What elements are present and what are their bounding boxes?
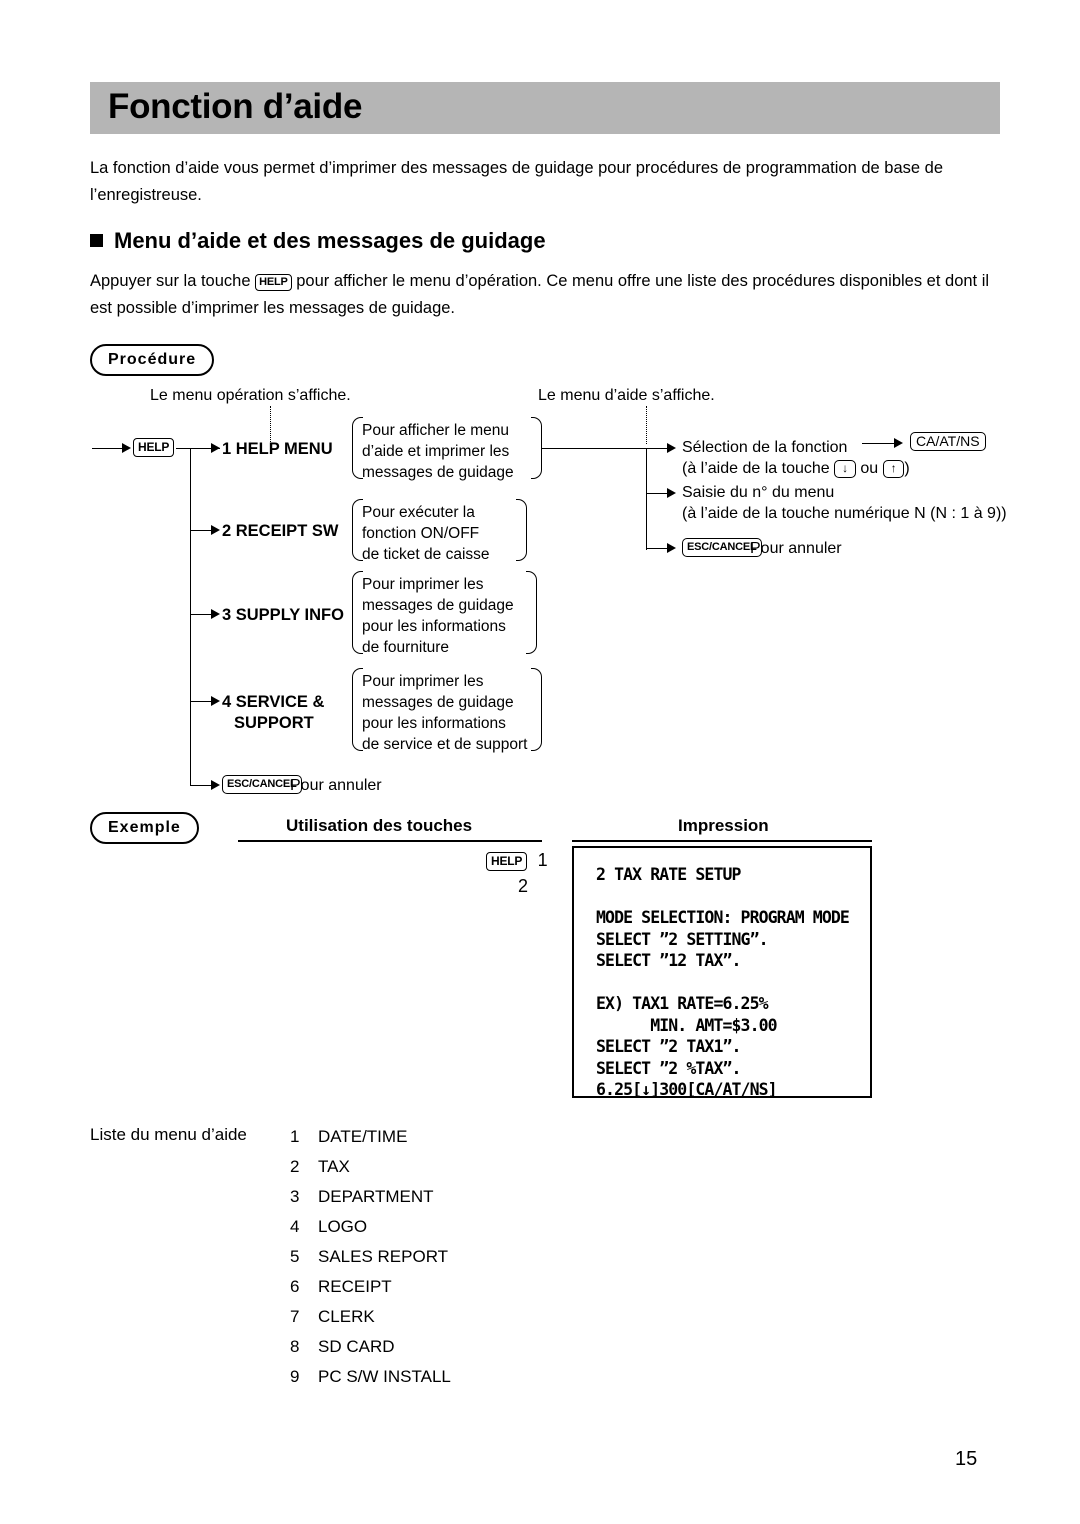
branch-arrowhead-icon <box>667 488 676 498</box>
list-item-number: 1 <box>290 1127 300 1146</box>
list-item: 7 CLERK <box>290 1302 451 1332</box>
diagram-caption-left: Le menu opération s’affiche. <box>150 387 351 404</box>
list-item: 9 PC S/W INSTALL <box>290 1362 451 1392</box>
bracket-right-icon <box>531 668 542 751</box>
list-item-label: TAX <box>318 1157 350 1176</box>
column-header-keys: Utilisation des touches <box>286 816 473 835</box>
dotted-connector-right <box>646 406 647 444</box>
list-item: 5 SALES REPORT <box>290 1242 451 1272</box>
section-heading-label: Menu d’aide et des messages de guidage <box>114 228 546 253</box>
column-header-print: Impression <box>678 816 769 835</box>
arrow-down-key-icon: ↓ <box>834 460 856 478</box>
section-heading: Menu d’aide et des messages de guidage <box>90 228 546 254</box>
menu-item-description-1: Pour afficher le menu d’aide et imprimer… <box>362 422 514 481</box>
cross-link-line <box>542 448 646 449</box>
column-rule-print <box>572 840 872 842</box>
menu-item-description-3: Pour imprimer les messages de guidage po… <box>362 576 514 656</box>
right-branch-1-text-before: (à l’aide de la touche <box>682 460 835 477</box>
column-rule-keys <box>238 840 542 842</box>
section-paragraph-part1: Appuyer sur la touche <box>90 272 256 290</box>
key-sequence-step-2: 2 <box>518 876 529 896</box>
list-item-label: SALES REPORT <box>318 1247 449 1266</box>
right-trunk-line <box>646 448 647 550</box>
right-branch-1-line1: Sélection de la fonction <box>682 439 848 456</box>
branch-arrowhead-icon <box>894 438 903 448</box>
list-item: 6 RECEIPT <box>290 1272 451 1302</box>
list-item-label: DEPARTMENT <box>318 1187 434 1206</box>
receipt-printout-box: 2 TAX RATE SETUP MODE SELECTION: PROGRAM… <box>572 846 872 1099</box>
page-title: Fonction d’aide <box>108 87 363 127</box>
menu-item-description-2: Pour exécuter la fonction ON/OFF de tick… <box>362 504 490 563</box>
branch-arrowhead-icon <box>211 780 220 790</box>
right-branch-1-text-after: ) <box>904 460 910 477</box>
key-sequence-number-1: 1 <box>537 850 548 870</box>
help-menu-list: 1 DATE/TIME 2 TAX 3 DEPARTMENT 4 LOGO 5 SALES… <box>290 1122 451 1392</box>
ca-at-ns-key-wrap: CA/AT/NS <box>910 432 986 452</box>
help-key-icon: HELP <box>133 438 175 457</box>
list-item: 4 LOGO <box>290 1212 451 1242</box>
menu-item-label-4-line2: SUPPORT <box>234 714 314 732</box>
list-item-number: 9 <box>290 1367 300 1386</box>
list-item-number: 3 <box>290 1187 300 1206</box>
list-item-label: DATE/TIME <box>318 1127 408 1146</box>
right-branch-1-text-mid: ou <box>855 460 883 477</box>
list-item-number: 2 <box>290 1157 300 1176</box>
menu-item-description-4: Pour imprimer les messages de guidage po… <box>362 673 528 753</box>
ca-at-ns-line <box>862 443 898 444</box>
list-item: 2 TAX <box>290 1152 451 1182</box>
bracket-right-icon <box>516 499 527 561</box>
menu-item-label-4-line1: 4 SERVICE & <box>222 693 325 711</box>
page-number: 15 <box>955 1448 978 1470</box>
left-trunk-line <box>190 448 191 785</box>
right-branch-1-line2: (à l’aide de la touche ↓ ou ↑) <box>682 458 910 479</box>
procedure-label-pill: Procédure <box>90 344 215 376</box>
list-item: 1 DATE/TIME <box>290 1122 451 1152</box>
branch-arrowhead-icon <box>667 443 676 453</box>
right-branch-2-line2: (à l’aide de la touche numérique N (N : … <box>682 505 1007 522</box>
branch-arrowhead-icon <box>667 543 676 553</box>
entry-line <box>92 448 124 449</box>
entry-arrowhead-icon <box>122 443 131 453</box>
intro-paragraph: La fonction d’aide vous permet d’imprime… <box>90 159 943 204</box>
help-key-icon: HELP <box>486 852 528 871</box>
bracket-right-icon <box>526 571 537 654</box>
ca-at-ns-key-icon: CA/AT/NS <box>910 432 986 451</box>
help-menu-list-label: Liste du menu d’aide <box>90 1125 247 1144</box>
list-item-number: 7 <box>290 1307 300 1326</box>
bullet-square-icon <box>90 234 103 247</box>
example-label-pill: Exemple <box>90 812 199 844</box>
cancel-right-text: Pour annuler <box>750 540 842 557</box>
menu-item-label-3: 3 SUPPLY INFO <box>222 606 344 624</box>
arrow-up-key-icon: ↑ <box>882 460 905 478</box>
branch-arrowhead-icon <box>211 609 220 619</box>
procedure-start-key-wrap: HELP <box>133 438 175 457</box>
receipt-printout-text: 2 TAX RATE SETUP MODE SELECTION: PROGRAM… <box>596 865 850 1099</box>
menu-item-label-2: 2 RECEIPT SW <box>222 522 339 540</box>
bracket-right-icon <box>531 417 542 479</box>
branch-arrowhead-icon <box>211 696 220 706</box>
list-item-label: LOGO <box>318 1217 368 1236</box>
list-item-number: 6 <box>290 1277 300 1296</box>
key-sequence-step-1: HELP 1 <box>486 850 548 871</box>
right-branch-2-line1: Saisie du n° du menu <box>682 484 835 501</box>
section-paragraph: Appuyer sur la touche HELP pour afficher… <box>90 268 990 322</box>
diagram-caption-right: Le menu d’aide s’affiche. <box>538 387 715 404</box>
list-item-label: RECEIPT <box>318 1277 392 1296</box>
list-item-number: 8 <box>290 1337 300 1356</box>
branch-arrowhead-icon <box>211 443 220 453</box>
list-item-number: 5 <box>290 1247 300 1266</box>
menu-item-label-1: 1 HELP MENU <box>222 440 333 458</box>
list-item-label: CLERK <box>318 1307 375 1326</box>
list-item-label: SD CARD <box>318 1337 395 1356</box>
page-title-bar: Fonction d’aide <box>90 82 1000 134</box>
list-item-number: 4 <box>290 1217 300 1236</box>
list-item-label: PC S/W INSTALL <box>318 1367 451 1386</box>
branch-arrowhead-icon <box>211 525 220 535</box>
list-item: 3 DEPARTMENT <box>290 1182 451 1212</box>
cancel-left-text: Pour annuler <box>290 777 382 794</box>
list-item: 8 SD CARD <box>290 1332 451 1362</box>
help-key-icon: HELP <box>255 274 292 291</box>
